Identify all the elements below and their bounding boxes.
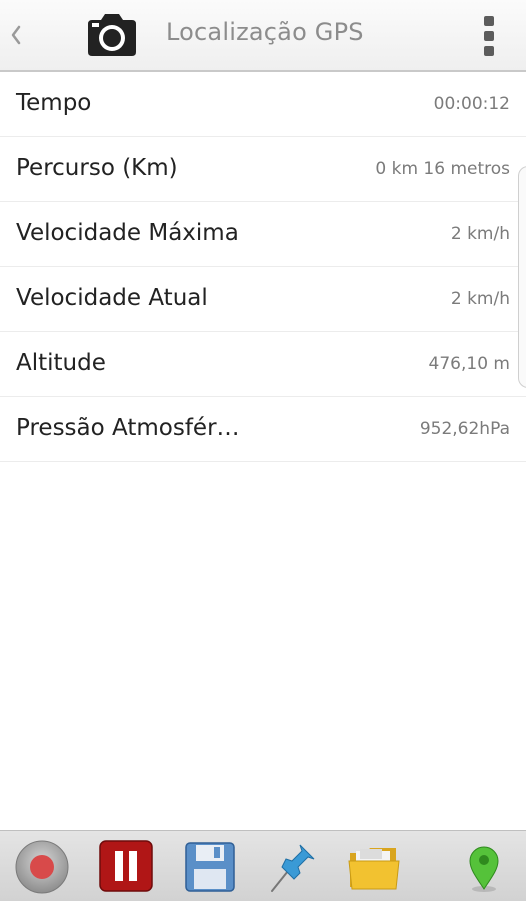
item-label: Velocidade Máxima — [16, 220, 239, 246]
pin-icon[interactable] — [264, 839, 320, 895]
app-header: Localização GPS — [0, 0, 526, 72]
item-label: Altitude — [16, 350, 106, 376]
item-value: 00:00:12 — [433, 94, 510, 114]
item-value: 2 km/h — [450, 289, 510, 309]
page-title: Localização GPS — [166, 18, 364, 46]
chevron-left-icon[interactable] — [6, 18, 26, 52]
list-item-velocidade-atual[interactable]: Velocidade Atual 2 km/h — [0, 267, 526, 332]
item-value: 476,10 m — [428, 354, 510, 374]
save-icon[interactable] — [182, 839, 238, 895]
list-item-percurso[interactable]: Percurso (Km) 0 km 16 metros — [0, 137, 526, 202]
item-value: 952,62hPa — [419, 419, 510, 439]
item-value: 0 km 16 metros — [375, 159, 510, 179]
map-marker-icon[interactable] — [456, 839, 512, 895]
bottom-toolbar — [0, 830, 526, 901]
folder-icon[interactable] — [346, 839, 402, 895]
pause-icon[interactable] — [98, 839, 154, 895]
camera-icon[interactable] — [84, 12, 140, 58]
record-icon[interactable] — [14, 839, 70, 895]
side-drawer-handle[interactable] — [518, 166, 526, 388]
item-label: Velocidade Atual — [16, 285, 208, 311]
gps-info-list: Tempo 00:00:12 Percurso (Km) 0 km 16 met… — [0, 72, 526, 462]
list-item-tempo[interactable]: Tempo 00:00:12 — [0, 72, 526, 137]
list-item-pressao[interactable]: Pressão Atmosfér… 952,62hPa — [0, 397, 526, 462]
item-label: Percurso (Km) — [16, 155, 178, 181]
item-label: Tempo — [16, 90, 92, 116]
list-item-altitude[interactable]: Altitude 476,10 m — [0, 332, 526, 397]
item-label: Pressão Atmosfér… — [16, 415, 240, 441]
overflow-menu-icon[interactable] — [480, 16, 498, 56]
list-item-velocidade-maxima[interactable]: Velocidade Máxima 2 km/h — [0, 202, 526, 267]
item-value: 2 km/h — [450, 224, 510, 244]
